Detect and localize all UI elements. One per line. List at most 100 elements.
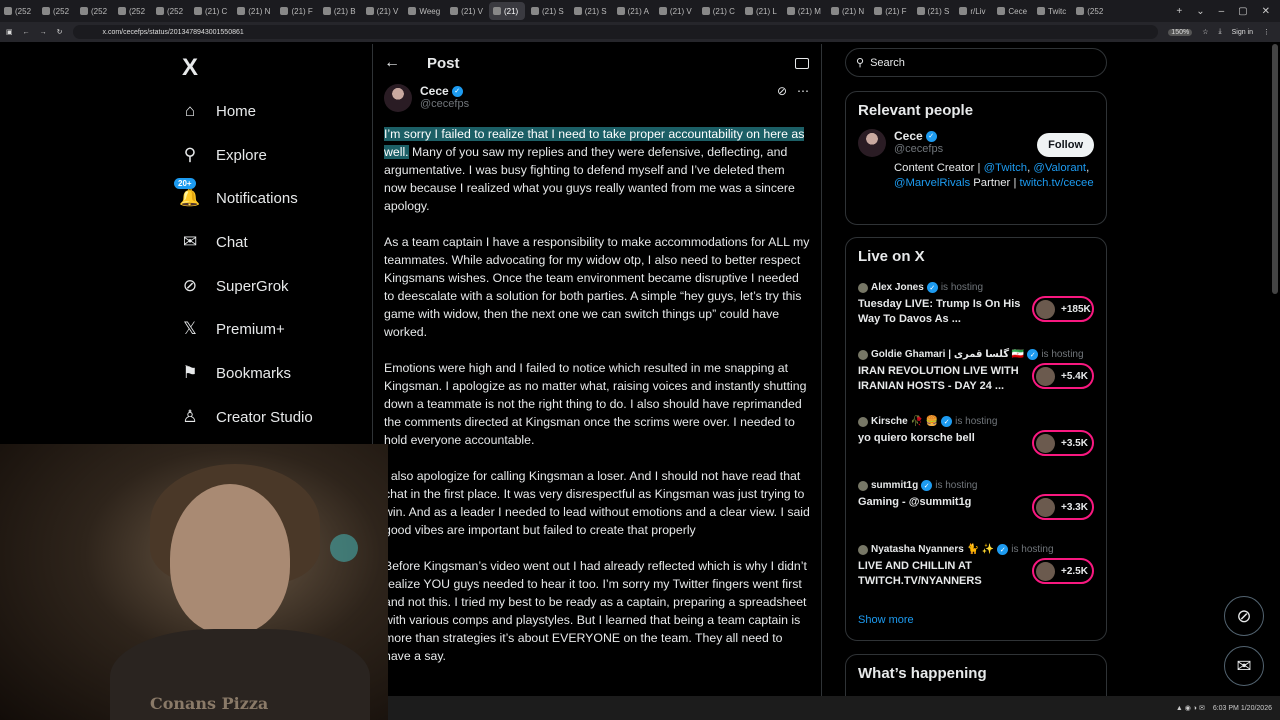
nav-item-home[interactable]: ⌂ Home — [180, 98, 256, 124]
browser-tab[interactable]: (252 — [38, 2, 74, 20]
browser-tab[interactable]: (252 — [114, 2, 150, 20]
browser-tab[interactable]: (21) S — [570, 2, 611, 20]
browser-tab[interactable]: (21) F — [870, 2, 910, 20]
browser-tab[interactable]: (21) V — [362, 2, 403, 20]
nav-item-explore[interactable]: ⚲ Explore — [180, 142, 267, 168]
relevant-person-handle[interactable]: @cecefps — [894, 143, 943, 155]
close-window-icon[interactable]: ✕ — [1262, 6, 1270, 17]
grok-icon[interactable]: ⊘ — [777, 84, 787, 98]
browser-tab[interactable]: (21) S — [527, 2, 568, 20]
browser-tab[interactable]: Cece — [993, 2, 1031, 20]
tab-favicon-icon — [492, 7, 501, 15]
hosting-label: is hosting — [955, 416, 998, 427]
messages-fab-button[interactable]: ✉ — [1224, 646, 1264, 686]
browser-tab[interactable]: (21) C — [190, 2, 231, 20]
live-listener-pill[interactable]: +185K — [1032, 296, 1094, 322]
live-listener-pill[interactable]: +5.4K — [1032, 363, 1094, 389]
bio-link-twitch[interactable]: @Twitch — [984, 162, 1027, 174]
live-item[interactable]: summit1g ✓ is hosting Gaming - @summit1g +3.… — [846, 480, 1106, 520]
nav-item-creator-studio[interactable]: ♙ Creator Studio — [180, 404, 312, 430]
nav-item-supergrok[interactable]: ⊘ SuperGrok — [180, 273, 289, 299]
relevant-person-name[interactable]: Cece ✓ — [894, 129, 943, 143]
browser-tab[interactable]: (21) L — [741, 2, 781, 20]
nav-item-notifications[interactable]: 🔔 20+ Notifications — [174, 178, 298, 211]
browser-tab[interactable]: (21) C — [698, 2, 739, 20]
relevant-person[interactable]: Cece ✓ @cecefps Follow — [846, 119, 1106, 157]
bio-link-twitch-url[interactable]: twitch.tv/cecee — [1020, 177, 1094, 189]
browser-tab[interactable]: (252 — [152, 2, 188, 20]
browser-tab-label: (252 — [53, 6, 70, 16]
live-host: Goldie Ghamari | گلسا قمری 🇮🇷 ✓ is hosting — [858, 349, 1094, 360]
tray-icons[interactable]: ▲ ◉ ◑ ✉ — [1176, 704, 1205, 712]
x-logo[interactable]: X — [182, 54, 198, 82]
browser-tab[interactable]: (21) M — [783, 2, 825, 20]
author-name[interactable]: Cece ✓ — [420, 84, 469, 98]
browser-tab-strip: (252 (252 (252 (252 (252 (21) C (21) N (21) F (2… — [0, 0, 1280, 22]
live-item[interactable]: Goldie Ghamari | گلسا قمری 🇮🇷 ✓ is hosting… — [846, 349, 1106, 394]
nav-item-bookmarks[interactable]: ⚑ Bookmarks — [180, 360, 291, 386]
nav-item-label: SuperGrok — [216, 277, 289, 295]
menu-icon[interactable]: ⋮ — [1263, 28, 1270, 36]
browser-tab[interactable]: (21) V — [655, 2, 696, 20]
maximize-icon[interactable]: ▢ — [1238, 6, 1247, 17]
search-input[interactable]: ⚲ Search — [845, 48, 1107, 77]
browser-tab[interactable]: (21) N — [233, 2, 274, 20]
notification-badge: 20+ — [174, 178, 196, 189]
live-title: Tuesday LIVE: Trump Is On His Way To Dav… — [858, 298, 1021, 325]
live-listener-pill[interactable]: +3.5K — [1032, 430, 1094, 456]
browser-tab[interactable]: Twitc — [1033, 2, 1070, 20]
back-browser-icon[interactable]: ← — [23, 29, 30, 36]
tab-favicon-icon — [42, 7, 50, 15]
bio-link-marvelrivals[interactable]: @MarvelRivals — [894, 177, 970, 189]
hosting-label: is hosting — [935, 480, 978, 491]
live-listener-pill[interactable]: +2.5K — [1032, 558, 1094, 584]
browser-tab[interactable]: (252 — [0, 2, 36, 20]
browser-tab[interactable]: (252 — [76, 2, 112, 20]
nav-item-chat[interactable]: ✉ Chat — [180, 229, 248, 255]
bio-link-valorant[interactable]: @Valorant — [1033, 162, 1086, 174]
minimize-icon[interactable]: – — [1219, 6, 1225, 17]
browser-tab[interactable]: (21) — [488, 2, 525, 20]
home-icon: ⌂ — [184, 101, 196, 120]
nav-item-premium-[interactable]: 𝕏 Premium+ — [180, 316, 285, 342]
browser-tab[interactable]: (21) V — [446, 2, 487, 20]
browser-tab[interactable]: (21) N — [827, 2, 868, 20]
live-item[interactable]: Nyatasha Nyanners 🐈 ✨ ✓ is hosting LIVE AND… — [846, 544, 1106, 589]
sidebar-toggle-icon[interactable]: ▣ — [6, 28, 13, 36]
author-handle[interactable]: @cecefps — [420, 98, 469, 110]
show-more-link[interactable]: Show more — [858, 614, 914, 626]
forward-browser-icon[interactable]: → — [40, 29, 47, 36]
scrollbar[interactable] — [1272, 44, 1278, 294]
browser-tab[interactable]: (21) B — [319, 2, 360, 20]
bookmark-star-icon[interactable]: ☆ — [1202, 28, 1208, 36]
live-item[interactable]: Kirsche 🥀 🍔 ✓ is hosting yo quiero korsche … — [846, 416, 1106, 456]
relevant-people-title: Relevant people — [858, 102, 974, 119]
tab-favicon-icon — [701, 7, 710, 15]
new-tab-icon[interactable]: + — [1176, 6, 1182, 17]
follow-button[interactable]: Follow — [1037, 133, 1094, 157]
zoom-badge[interactable]: 150% — [1168, 28, 1193, 36]
reader-mode-icon[interactable] — [795, 57, 809, 69]
avatar[interactable] — [384, 84, 412, 112]
live-item[interactable]: Alex Jones ✓ is hosting Tuesday LIVE: Trump… — [846, 282, 1106, 327]
browser-tab[interactable]: r/Liv — [955, 2, 991, 20]
back-arrow-icon[interactable]: ← — [384, 54, 404, 72]
browser-tab[interactable]: (21) F — [276, 2, 316, 20]
nav-item-label: Bookmarks — [216, 364, 292, 382]
grok-fab-button[interactable]: ⊘ — [1224, 596, 1264, 636]
avatar[interactable] — [858, 129, 886, 157]
reload-icon[interactable]: ↻ — [57, 28, 63, 36]
more-options-icon[interactable]: ⋯ — [797, 84, 809, 98]
browser-tab-label: Twitc — [1048, 6, 1067, 16]
browser-tab[interactable]: Weeg — [404, 2, 444, 20]
live-avatar — [1036, 366, 1055, 386]
tab-search-icon[interactable]: ⌄ — [1196, 6, 1204, 17]
sign-in-button[interactable]: Sign in — [1232, 29, 1253, 36]
download-icon[interactable]: ⤓ — [1218, 28, 1221, 36]
url-field[interactable]: x.com/cecefps/status/2013478943001550861 — [72, 25, 1159, 39]
browser-tab[interactable]: (21) S — [913, 2, 954, 20]
browser-tab[interactable]: (21) A — [613, 2, 653, 20]
live-listener-pill[interactable]: +3.3K — [1032, 494, 1094, 520]
clock[interactable]: 6:03 PM 1/20/2026 — [1213, 705, 1272, 712]
browser-tab[interactable]: (252 — [1072, 2, 1108, 20]
